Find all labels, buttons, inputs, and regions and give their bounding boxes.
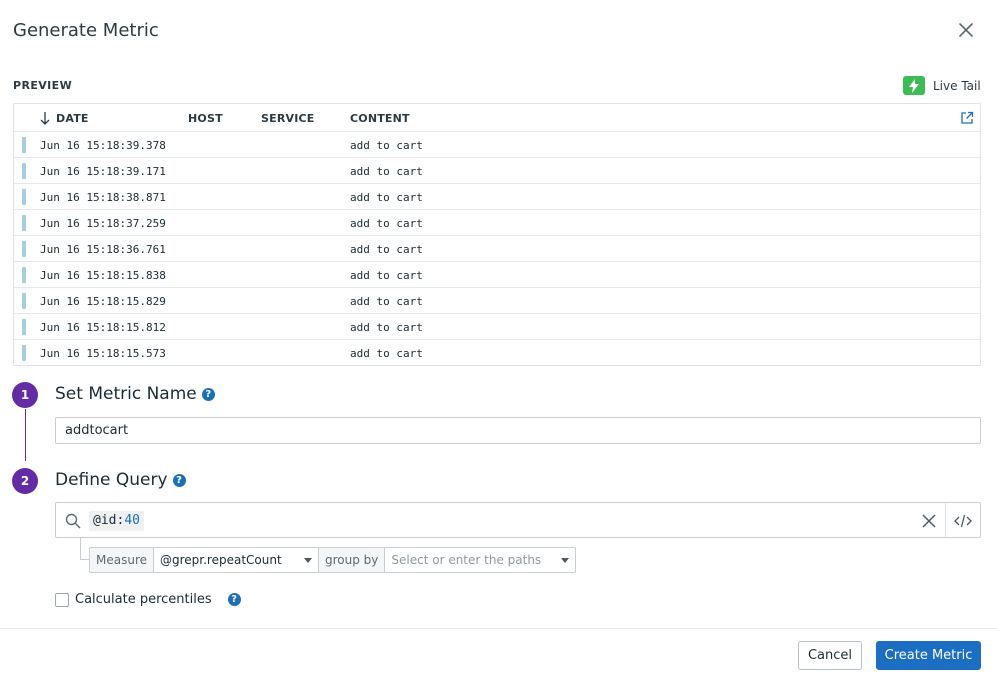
- group-by-select[interactable]: Select or enter the paths: [385, 548, 575, 572]
- column-service[interactable]: SERVICE: [261, 112, 315, 125]
- percentiles-checkbox[interactable]: [55, 592, 69, 607]
- sort-down-icon: [40, 112, 50, 125]
- log-row[interactable]: Jun 16 15:18:38.871 add to cart: [14, 184, 980, 210]
- open-external-icon[interactable]: [960, 111, 974, 125]
- column-date-label: DATE: [56, 112, 89, 125]
- log-status-bar: [22, 137, 26, 153]
- bolt-icon: [903, 76, 925, 95]
- log-date: Jun 16 15:18:15.838: [40, 269, 166, 282]
- log-status-bar: [22, 163, 26, 179]
- measure-select[interactable]: @grepr.repeatCount: [154, 548, 319, 572]
- log-content: add to cart: [350, 165, 423, 178]
- query-key: @id:: [93, 513, 125, 528]
- log-date: Jun 16 15:18:39.378: [40, 139, 166, 152]
- log-status-bar: [22, 215, 26, 231]
- log-row[interactable]: Jun 16 15:18:36.761 add to cart: [14, 236, 980, 262]
- log-status-bar: [22, 293, 26, 309]
- log-date: Jun 16 15:18:36.761: [40, 243, 166, 256]
- log-row[interactable]: Jun 16 15:18:37.259 add to cart: [14, 210, 980, 236]
- percentiles-option: Calculate percentiles ?: [55, 592, 241, 607]
- log-content: add to cart: [350, 295, 423, 308]
- log-status-bar: [22, 189, 26, 205]
- column-host[interactable]: HOST: [188, 112, 223, 125]
- modal-title: Generate Metric: [13, 20, 159, 41]
- log-row[interactable]: Jun 16 15:18:39.378 add to cart: [14, 132, 980, 158]
- step-connector: [25, 409, 26, 461]
- step-2-badge: 2: [12, 468, 38, 494]
- set-metric-name-title: Set Metric Name ?: [55, 384, 215, 404]
- live-tail-button[interactable]: Live Tail: [903, 76, 981, 95]
- chevron-down-icon: [304, 557, 312, 563]
- query-divider: [945, 503, 946, 537]
- create-metric-button[interactable]: Create Metric: [876, 641, 981, 670]
- log-row[interactable]: Jun 16 15:18:15.838 add to cart: [14, 262, 980, 288]
- help-icon[interactable]: ?: [201, 387, 215, 401]
- log-status-bar: [22, 267, 26, 283]
- measure-label: Measure: [90, 548, 154, 572]
- log-date: Jun 16 15:18:15.829: [40, 295, 166, 308]
- query-value: 40: [124, 513, 140, 528]
- log-status-bar: [22, 241, 26, 257]
- log-row[interactable]: Jun 16 15:18:39.171 add to cart: [14, 158, 980, 184]
- log-row[interactable]: Jun 16 15:18:15.829 add to cart: [14, 288, 980, 314]
- group-by-placeholder: Select or enter the paths: [391, 553, 542, 567]
- column-content[interactable]: CONTENT: [350, 112, 410, 125]
- help-icon[interactable]: ?: [172, 473, 186, 487]
- chevron-down-icon: [561, 557, 570, 563]
- log-content: add to cart: [350, 217, 423, 230]
- set-metric-name-label: Set Metric Name: [55, 384, 197, 404]
- query-search-bar[interactable]: @id:40: [55, 502, 981, 538]
- clear-query-icon[interactable]: [921, 513, 937, 529]
- percentiles-label[interactable]: Calculate percentiles: [75, 592, 212, 607]
- log-status-bar: [22, 345, 26, 361]
- log-content: add to cart: [350, 191, 423, 204]
- define-query-title: Define Query ?: [55, 470, 186, 490]
- define-query-label: Define Query: [55, 470, 168, 490]
- log-content: add to cart: [350, 321, 423, 334]
- step-1-badge: 1: [12, 382, 38, 408]
- footer-divider: [0, 628, 997, 629]
- metric-name-input[interactable]: [55, 417, 981, 444]
- close-icon[interactable]: [956, 20, 976, 40]
- measure-group-bar: Measure @grepr.repeatCount group by Sele…: [89, 547, 577, 573]
- log-date: Jun 16 15:18:39.171: [40, 165, 166, 178]
- measure-value: @grepr.repeatCount: [160, 553, 282, 567]
- log-date: Jun 16 15:18:38.871: [40, 191, 166, 204]
- live-tail-label: Live Tail: [933, 78, 981, 93]
- log-table-header: DATE HOST SERVICE CONTENT: [14, 104, 980, 132]
- cancel-button[interactable]: Cancel: [798, 641, 862, 670]
- log-content: add to cart: [350, 347, 423, 360]
- column-date[interactable]: DATE: [40, 112, 89, 125]
- group-by-label: group by: [319, 548, 386, 572]
- log-preview-table: DATE HOST SERVICE CONTENT Jun 16 15:18:3…: [13, 103, 981, 366]
- log-date: Jun 16 15:18:15.573: [40, 347, 166, 360]
- log-row[interactable]: Jun 16 15:18:15.573 add to cart: [14, 340, 980, 365]
- log-date: Jun 16 15:18:15.812: [40, 321, 166, 334]
- preview-label: PREVIEW: [13, 79, 73, 92]
- log-content: add to cart: [350, 269, 423, 282]
- search-icon: [65, 513, 81, 529]
- log-row[interactable]: Jun 16 15:18:15.812 add to cart: [14, 314, 980, 340]
- tree-connector: [80, 538, 81, 560]
- log-content: add to cart: [350, 243, 423, 256]
- log-date: Jun 16 15:18:37.259: [40, 217, 166, 230]
- help-icon[interactable]: ?: [227, 593, 241, 606]
- log-content: add to cart: [350, 139, 423, 152]
- code-icon[interactable]: [954, 512, 972, 530]
- log-status-bar: [22, 319, 26, 335]
- query-token[interactable]: @id:40: [89, 511, 144, 531]
